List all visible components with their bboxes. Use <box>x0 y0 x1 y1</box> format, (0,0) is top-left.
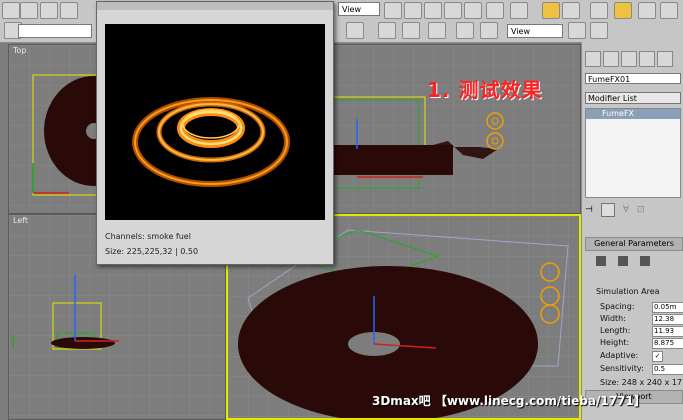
curve-editor-icon[interactable] <box>486 2 504 19</box>
teapot-icon[interactable] <box>568 22 586 39</box>
schematic-view-icon[interactable] <box>428 22 446 39</box>
preview-window[interactable]: Channels: smoke fuel Size: 225,225,32 | … <box>96 1 334 265</box>
param-sensitivity-field[interactable]: 0.5 <box>652 364 683 375</box>
render-frame-icon[interactable] <box>638 2 656 19</box>
remove-modifier-icon[interactable]: ⊡ <box>637 205 645 215</box>
snap-tool-icon[interactable] <box>40 2 58 19</box>
rollout-title[interactable]: General Parameters <box>585 237 683 251</box>
preview-channels: Channels: smoke fuel <box>105 232 191 241</box>
simulation-area-label: Simulation Area <box>596 287 660 296</box>
layer-manager-icon[interactable] <box>378 22 396 39</box>
param-height-label: Height: <box>600 338 630 347</box>
track-view-icon[interactable] <box>402 22 420 39</box>
render-setup-icon[interactable] <box>614 2 632 19</box>
preview-title-bar[interactable] <box>97 2 333 10</box>
align-icon[interactable] <box>444 2 462 19</box>
fire-rings-render <box>132 97 290 187</box>
open-log-icon[interactable] <box>618 256 628 266</box>
render-scene-icon[interactable] <box>480 22 498 39</box>
link-tool-icon[interactable] <box>60 2 78 19</box>
pivot-icon[interactable] <box>384 2 402 19</box>
make-unique-icon[interactable]: ∀ <box>623 205 629 215</box>
rollout-icons <box>596 256 650 266</box>
param-width-field[interactable]: 12.38 <box>652 314 683 325</box>
param-sensitivity-label: Sensitivity: <box>600 364 644 373</box>
param-spacing-field[interactable]: 0.05m <box>652 302 683 313</box>
selection-set-select[interactable] <box>18 24 92 38</box>
motion-tab-icon[interactable] <box>639 51 655 67</box>
mirror-icon[interactable] <box>424 2 442 19</box>
material-editor-icon[interactable] <box>456 22 474 39</box>
param-adaptive-label: Adaptive: <box>600 351 639 360</box>
select-move-icon[interactable] <box>404 2 422 19</box>
object-name-field[interactable]: FumeFX01 <box>585 73 681 84</box>
command-panel-tabs <box>585 51 683 67</box>
preview-render <box>105 24 325 220</box>
command-panel: FumeFX01 Modifier List FumeFX ⊣ ∀ ⊡ Gene… <box>581 42 683 420</box>
param-length-label: Length: <box>600 326 631 335</box>
render-teapot-icon[interactable] <box>590 22 608 39</box>
general-parameters-rollout[interactable]: General Parameters <box>585 237 683 251</box>
annotation-title: 1. 测试效果 <box>427 78 543 102</box>
open-ui-icon[interactable] <box>640 256 650 266</box>
quick-render-icon[interactable] <box>660 2 678 19</box>
front-view-scene <box>333 96 504 189</box>
schematic-icon[interactable] <box>510 2 528 19</box>
param-adaptive-checkbox[interactable]: ✓ <box>652 351 663 362</box>
display-tab-icon[interactable] <box>657 51 673 67</box>
modify-tab-icon[interactable] <box>603 51 619 67</box>
param-length-field[interactable]: 11.93 <box>652 326 683 337</box>
percent-snap-icon[interactable] <box>562 2 580 19</box>
viewport-front[interactable] <box>332 44 581 214</box>
param-spacing-label: Spacing: <box>600 302 635 311</box>
show-end-result-icon[interactable] <box>600 203 615 217</box>
modifier-stack: FumeFX <box>585 108 681 198</box>
preview-size: Size: 225,225,32 | 0.50 <box>105 247 199 256</box>
modifier-stack-item[interactable]: FumeFX <box>586 109 680 119</box>
magnet-icon[interactable] <box>590 2 608 19</box>
hierarchy-tab-icon[interactable] <box>621 51 637 67</box>
select-tool-icon[interactable] <box>20 2 38 19</box>
angle-snap-icon[interactable] <box>542 2 560 19</box>
watermark-text: 3Dmax吧 【www.linecg.com/tieba/1771】 <box>372 394 646 408</box>
open-preview-icon[interactable] <box>596 256 606 266</box>
modifier-list-dropdown[interactable]: Modifier List <box>585 92 681 104</box>
param-height-field[interactable]: 8.875 <box>652 338 683 349</box>
create-tab-icon[interactable] <box>585 51 601 67</box>
undo-icon[interactable] <box>2 2 20 19</box>
pin-stack-icon[interactable]: ⊣ <box>585 205 593 215</box>
layer-icon[interactable] <box>464 2 482 19</box>
named-selection-icon[interactable] <box>346 22 364 39</box>
grid-size-readout: Size: 248 x 240 x 177 <box>600 378 683 387</box>
render-view-select[interactable]: View <box>507 24 563 38</box>
stack-tools: ⊣ ∀ ⊡ <box>585 203 681 217</box>
param-width-label: Width: <box>600 314 626 323</box>
reference-coord-select[interactable]: View <box>338 2 380 16</box>
